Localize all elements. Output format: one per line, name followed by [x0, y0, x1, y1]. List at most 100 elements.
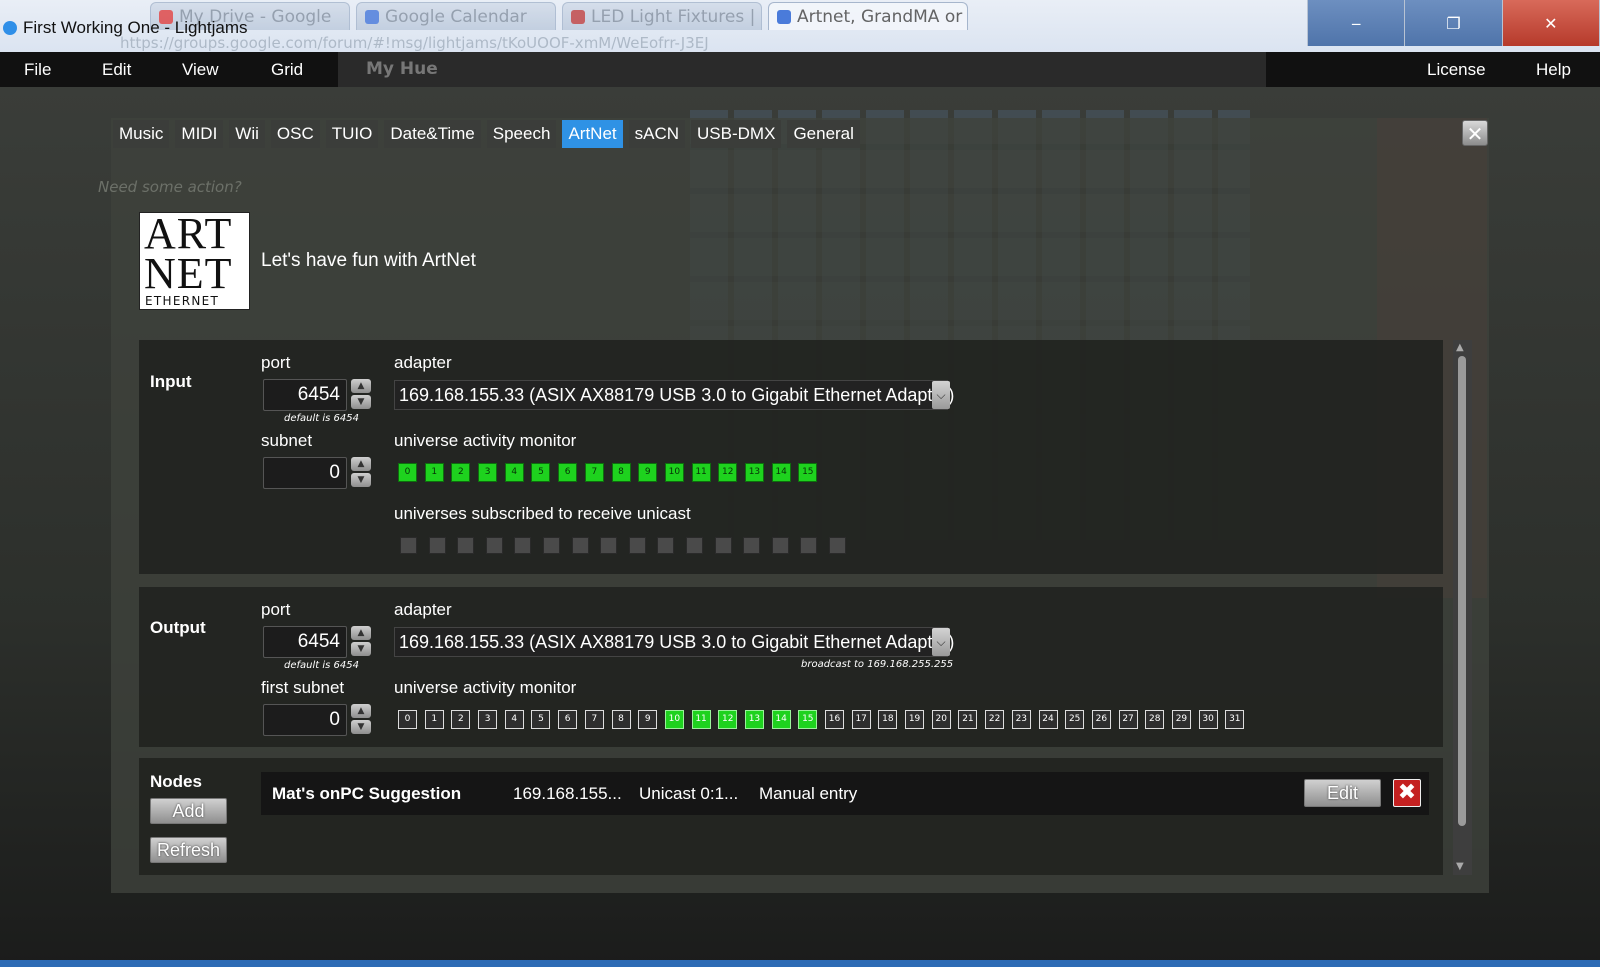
output-adapter-select[interactable]: 169.168.155.33 (ASIX AX88179 USB 3.0 to …	[394, 627, 954, 657]
tab-general[interactable]: General	[787, 120, 860, 148]
universe-indicator: 9	[638, 463, 658, 482]
tab-usb-dmx[interactable]: USB-DMX	[691, 120, 782, 148]
dialog-close-button[interactable]: ✕	[1462, 120, 1488, 146]
input-port-down-button[interactable]: ▼	[351, 395, 371, 409]
unicast-checkbox[interactable]	[457, 537, 475, 554]
unicast-checkbox[interactable]	[514, 537, 532, 554]
universe-indicator: 7	[584, 463, 604, 482]
output-port-up-button[interactable]: ▲	[351, 626, 371, 640]
scroll-thumb[interactable]	[1458, 356, 1466, 826]
unicast-checkbox[interactable]	[657, 537, 675, 554]
app-title-text: First Working One - Lightjams	[23, 18, 248, 37]
unicast-checkbox[interactable]	[714, 537, 732, 554]
universe-indicator: 15	[798, 710, 818, 729]
unicast-checkbox[interactable]	[771, 537, 789, 554]
unicast-checkbox[interactable]	[800, 537, 818, 554]
universe-indicator: 10	[664, 463, 684, 482]
tab-datetime[interactable]: Date&Time	[384, 120, 481, 148]
universe-indicator: 0	[398, 463, 417, 482]
input-universe-monitor: 0 1 2 3 4 5 6 7 8 9 10 11 12 13 14 15	[398, 463, 825, 482]
dialog-scrollbar[interactable]: ▲ ▼	[1453, 340, 1472, 875]
menu-view[interactable]: View	[182, 52, 219, 87]
universe-indicator: 1	[424, 463, 444, 482]
universe-indicator: 1	[424, 710, 444, 729]
scroll-up-arrow-icon[interactable]: ▲	[1456, 342, 1464, 353]
tab-midi[interactable]: MIDI	[175, 120, 224, 148]
input-subnet-field[interactable]: 0	[263, 457, 347, 489]
input-subnet-up-button[interactable]: ▲	[351, 457, 371, 471]
tab-osc[interactable]: OSC	[270, 120, 320, 148]
delete-node-icon[interactable]: ✖	[1393, 779, 1421, 807]
menu-edit[interactable]: Edit	[102, 52, 131, 87]
tab-music[interactable]: Music	[113, 120, 170, 148]
refresh-nodes-button[interactable]: Refresh	[150, 837, 227, 863]
universe-indicator: 12	[718, 463, 738, 482]
output-subnet-down-button[interactable]: ▼	[351, 720, 371, 734]
scroll-down-arrow-icon[interactable]: ▼	[1456, 861, 1464, 872]
unicast-checkbox[interactable]	[428, 537, 446, 554]
universe-indicator: 14	[771, 710, 791, 729]
universe-indicator: 3	[478, 710, 498, 729]
output-universe-monitor: 0 1 2 3 4 5 6 7 8 9 10 11 12 13 14 15 16 17 18 19 20 21 22 23 24…	[398, 710, 1252, 729]
restore-button[interactable]: ❐	[1405, 0, 1503, 46]
output-subnet-up-button[interactable]: ▲	[351, 704, 371, 718]
output-port-down-button[interactable]: ▼	[351, 642, 371, 656]
output-port-field[interactable]: 6454	[263, 626, 347, 658]
unicast-checkbox[interactable]	[685, 537, 703, 554]
universe-indicator: 10	[664, 710, 684, 729]
universe-indicator: 11	[691, 463, 711, 482]
intro-text: Let's have fun with ArtNet	[261, 250, 476, 271]
unicast-checkbox[interactable]	[571, 537, 589, 554]
unicast-checkbox[interactable]	[628, 537, 646, 554]
universe-indicator: 11	[691, 710, 711, 729]
input-port-up-button[interactable]: ▲	[351, 379, 371, 393]
input-port-field[interactable]: 6454	[263, 379, 347, 411]
unicast-checkbox[interactable]	[485, 537, 503, 554]
chevron-down-icon[interactable]: ⌵	[932, 628, 950, 656]
universe-indicator: 25	[1065, 710, 1085, 729]
menu-license[interactable]: License	[1427, 52, 1486, 87]
input-adapter-label: adapter	[394, 353, 452, 372]
minimize-button[interactable]: ‒	[1308, 0, 1406, 46]
unicast-checkbox[interactable]	[400, 537, 417, 554]
menu-file[interactable]: File	[24, 52, 51, 87]
unicast-checkbox[interactable]	[600, 537, 618, 554]
universe-indicator: 0	[398, 710, 417, 729]
unicast-checkbox[interactable]	[542, 537, 560, 554]
app-icon	[3, 21, 17, 35]
universe-indicator: 16	[825, 710, 844, 729]
node-row[interactable]: Mat's onPC Suggestion 169.168.155... Uni…	[261, 772, 1429, 815]
universe-indicator: 27	[1118, 710, 1138, 729]
menu-grid[interactable]: Grid	[271, 52, 303, 87]
tab-artnet[interactable]: ArtNet	[562, 120, 623, 148]
input-adapter-select[interactable]: 169.168.155.33 (ASIX AX88179 USB 3.0 to …	[394, 380, 954, 410]
edit-node-button[interactable]: Edit	[1304, 779, 1381, 807]
tab-sacn[interactable]: sACN	[628, 120, 686, 148]
menu-help[interactable]: Help	[1536, 52, 1571, 87]
unicast-checkbox[interactable]	[743, 537, 761, 554]
close-window-button[interactable]: ✕	[1502, 0, 1600, 46]
output-subnet-field[interactable]: 0	[263, 704, 347, 736]
tab-speech[interactable]: Speech	[486, 120, 557, 148]
universe-indicator: 13	[744, 710, 764, 729]
tab-tuio[interactable]: TUIO	[325, 120, 379, 148]
universe-indicator: 18	[878, 710, 898, 729]
universe-indicator: 5	[531, 463, 551, 482]
browser-tab: Google Calendar	[356, 2, 556, 30]
unicast-checkbox[interactable]	[828, 537, 846, 554]
input-port-label: port	[261, 353, 291, 372]
universe-indicator: 8	[611, 463, 631, 482]
app-title: First Working One - Lightjams	[0, 15, 248, 41]
input-subnet-down-button[interactable]: ▼	[351, 473, 371, 487]
output-monitor-label: universe activity monitor	[394, 678, 577, 697]
nodes-title: Nodes	[150, 772, 202, 791]
tab-wii[interactable]: Wii	[229, 120, 265, 148]
broadcast-note: broadcast to 169.168.255.255	[801, 659, 954, 670]
universe-indicator: 13	[744, 463, 764, 482]
universe-indicator: 3	[478, 463, 498, 482]
window-title-bar: My Drive - Google Google Calendar LED Li…	[0, 0, 1600, 52]
chevron-down-icon[interactable]: ⌵	[932, 381, 950, 409]
input-monitor-label: universe activity monitor	[394, 431, 577, 450]
add-node-button[interactable]: Add	[150, 798, 227, 824]
universe-indicator: 7	[584, 710, 604, 729]
